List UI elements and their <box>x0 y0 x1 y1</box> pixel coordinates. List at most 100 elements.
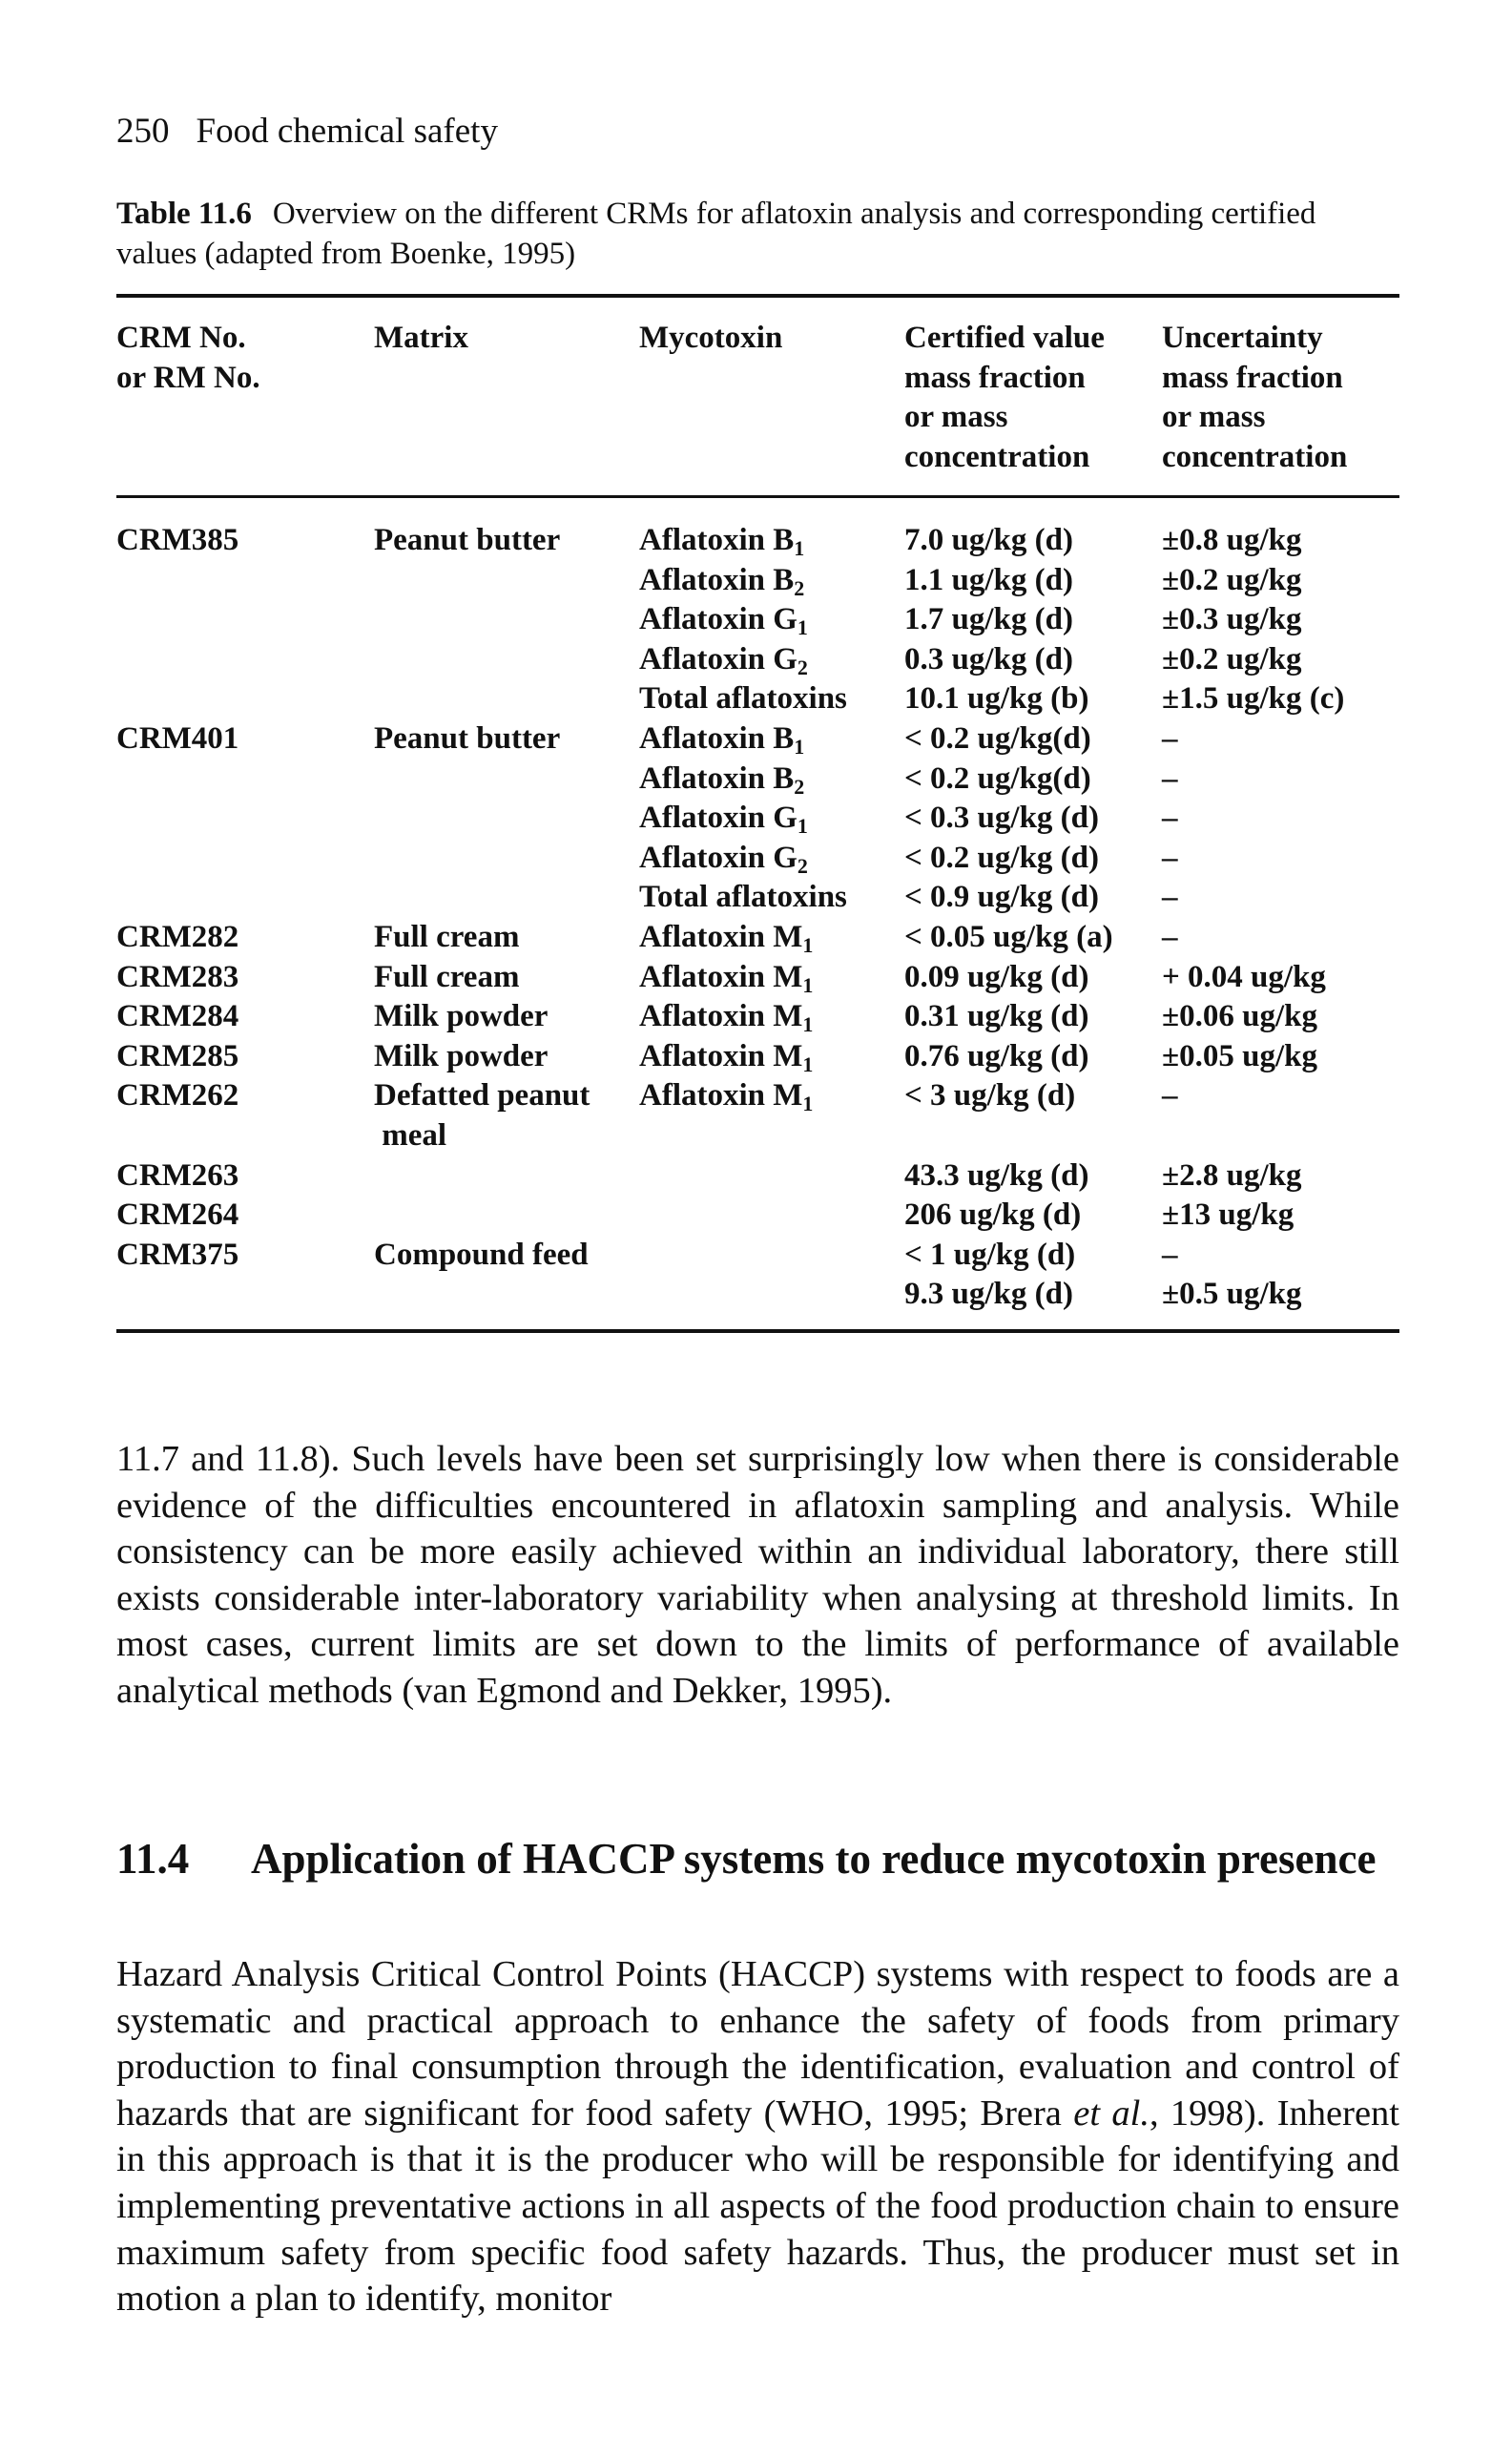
cell-certified-value: < 0.05 ug/kg (a) <box>904 918 1113 958</box>
cell-certified-value: < 3 ug/kg (d) <box>904 1076 1075 1116</box>
cell-mycotoxin-text: Aflatoxin G <box>639 602 797 637</box>
table-header-rule <box>116 495 1399 498</box>
cell-uncertainty: ±0.5 ug/kg <box>1162 1275 1302 1315</box>
cell-certified-value: 0.3 ug/kg (d) <box>904 640 1073 680</box>
table-row: meal <box>0 1116 1512 1156</box>
cell-uncertainty-text: ±13 ug/kg <box>1162 1197 1295 1233</box>
column-header-line: or RM No. <box>116 360 260 395</box>
cell-mycotoxin-text: Aflatoxin B <box>639 760 795 796</box>
cell-matrix-text: Defatted peanut <box>374 1078 590 1114</box>
cell-mycotoxin-text: Aflatoxin M <box>639 959 803 994</box>
cell-crm-no: CRM385 <box>116 521 238 561</box>
column-header-uncertainty: Uncertainty mass fraction or mass concentra… <box>1162 319 1347 477</box>
page-number: 250 <box>116 112 170 151</box>
table-row: CRM283 Full cream Aflatoxin M1 0.09 ug/kg (… <box>0 958 1512 998</box>
table-bottom-rule <box>116 1329 1399 1333</box>
cell-mycotoxin: Aflatoxin M1 <box>639 1037 813 1077</box>
column-header-line: Mycotoxin <box>639 321 783 355</box>
cell-mycotoxin-text: Aflatoxin B <box>639 562 795 597</box>
cell-uncertainty: ±0.3 ug/kg <box>1162 600 1302 640</box>
book-title: Food chemical safety <box>196 112 498 151</box>
column-header-line: Uncertainty <box>1162 321 1323 355</box>
table-row: Aflatoxin G1 < 0.3 ug/kg (d) – <box>0 799 1512 839</box>
cell-uncertainty-text: ±0.2 ug/kg <box>1162 562 1302 597</box>
cell-matrix: Compound feed <box>374 1236 589 1276</box>
column-header-line: or mass <box>904 400 1008 435</box>
cell-uncertainty-text: ±1.5 ug/kg (c) <box>1162 681 1345 717</box>
cell-certified-value-text: 1.1 ug/kg (d) <box>904 562 1073 597</box>
cell-mycotoxin-text: Aflatoxin B <box>639 721 795 756</box>
cell-matrix-text: Peanut butter <box>374 523 561 557</box>
cell-certified-value: 9.3 ug/kg (d) <box>904 1275 1073 1315</box>
cell-certified-value-text: < 0.2 ug/kg(d) <box>904 760 1091 796</box>
table-row: Aflatoxin G2 < 0.2 ug/kg (d) – <box>0 839 1512 879</box>
cell-matrix: Milk powder <box>374 997 548 1037</box>
cell-crm-no-text: CRM282 <box>116 920 239 954</box>
cell-uncertainty: ±13 ug/kg <box>1162 1196 1294 1236</box>
cell-crm-no-text: CRM283 <box>116 959 239 994</box>
cell-uncertainty-text: – <box>1162 840 1178 875</box>
cell-mycotoxin: Aflatoxin G2 <box>639 839 808 879</box>
cell-uncertainty-text: ±0.5 ug/kg <box>1162 1277 1302 1312</box>
cell-matrix-text: Peanut butter <box>374 721 561 756</box>
table-row: CRM262 Defatted peanut Aflatoxin M1 < 3 ug/… <box>0 1076 1512 1116</box>
cell-mycotoxin: Aflatoxin M1 <box>639 918 813 958</box>
cell-uncertainty-text: – <box>1162 920 1178 954</box>
table-row: Aflatoxin G2 0.3 ug/kg (d) ±0.2 ug/kg <box>0 640 1512 680</box>
cell-matrix-text: Milk powder <box>374 1038 549 1073</box>
cell-crm-no-text: CRM262 <box>116 1078 239 1114</box>
table-row: CRM375 Compound feed < 1 ug/kg (d) – <box>0 1236 1512 1276</box>
table-body: CRM385 Peanut butter Aflatoxin B1 7.0 ug/kg… <box>0 521 1512 1322</box>
cell-uncertainty-text: ±0.06 ug/kg <box>1162 999 1317 1034</box>
cell-uncertainty-text: ±2.8 ug/kg <box>1162 1157 1302 1193</box>
cell-mycotoxin: Aflatoxin G2 <box>639 640 808 680</box>
cell-mycotoxin: Aflatoxin M1 <box>639 997 813 1037</box>
cell-certified-value: 0.09 ug/kg (d) <box>904 958 1088 998</box>
cell-uncertainty-text: – <box>1162 721 1178 756</box>
cell-mycotoxin: Aflatoxin B1 <box>639 521 804 561</box>
column-header-line: mass fraction <box>904 360 1086 395</box>
mycotoxin-subscript: 2 <box>794 575 805 600</box>
cell-uncertainty-text: – <box>1162 760 1178 796</box>
mycotoxin-subscript: 1 <box>802 1052 814 1076</box>
cell-crm-no: CRM284 <box>116 997 238 1037</box>
table-row: Total aflatoxins < 0.9 ug/kg (d) – <box>0 878 1512 918</box>
cell-mycotoxin: Total aflatoxins <box>639 878 847 918</box>
cell-certified-value: 0.76 ug/kg (d) <box>904 1037 1088 1077</box>
cell-crm-no: CRM285 <box>116 1037 238 1077</box>
cell-uncertainty: – <box>1162 719 1178 760</box>
cell-crm-no: CRM375 <box>116 1236 238 1276</box>
cell-crm-no-text: CRM264 <box>116 1197 239 1233</box>
cell-uncertainty: – <box>1162 1076 1178 1116</box>
mycotoxin-subscript: 1 <box>797 615 808 640</box>
cell-certified-value-text: < 0.2 ug/kg (d) <box>904 840 1100 875</box>
cell-matrix: Full cream <box>374 958 519 998</box>
cell-certified-value: < 0.2 ug/kg(d) <box>904 719 1091 760</box>
table-row: CRM385 Peanut butter Aflatoxin B1 7.0 ug/kg… <box>0 521 1512 561</box>
cell-uncertainty-text: + 0.04 ug/kg <box>1162 959 1326 994</box>
cell-certified-value: < 0.3 ug/kg (d) <box>904 799 1099 839</box>
cell-matrix: meal <box>374 1116 446 1156</box>
cell-uncertainty: – <box>1162 918 1178 958</box>
cell-mycotoxin: Total aflatoxins <box>639 679 847 719</box>
mycotoxin-subscript: 2 <box>797 853 808 878</box>
cell-matrix-text: Milk powder <box>374 999 549 1034</box>
cell-certified-value: 1.7 ug/kg (d) <box>904 600 1073 640</box>
cell-uncertainty: ±0.2 ug/kg <box>1162 640 1302 680</box>
cell-certified-value: < 0.9 ug/kg (d) <box>904 878 1099 918</box>
cell-certified-value: < 0.2 ug/kg(d) <box>904 760 1091 800</box>
cell-uncertainty-text: – <box>1162 1078 1178 1114</box>
column-header-line: Certified value <box>904 321 1105 355</box>
cell-mycotoxin-text: Aflatoxin M <box>639 920 803 954</box>
cell-certified-value: 1.1 ug/kg (d) <box>904 561 1073 601</box>
column-header-matrix: Matrix <box>374 319 468 359</box>
cell-uncertainty: – <box>1162 799 1178 839</box>
cell-matrix-text: meal <box>374 1118 447 1153</box>
cell-mycotoxin-text: Aflatoxin G <box>639 840 797 875</box>
table-row: CRM282 Full cream Aflatoxin M1 < 0.05 ug/kg… <box>0 918 1512 958</box>
table-row: CRM263 43.3 ug/kg (d) ±2.8 ug/kg <box>0 1156 1512 1197</box>
cell-uncertainty: ±0.05 ug/kg <box>1162 1037 1317 1077</box>
column-header-line: concentration <box>904 439 1090 474</box>
cell-mycotoxin: Aflatoxin B2 <box>639 760 804 800</box>
table-header: CRM No. or RM No. Matrix Mycotoxin Certified… <box>0 319 1512 490</box>
